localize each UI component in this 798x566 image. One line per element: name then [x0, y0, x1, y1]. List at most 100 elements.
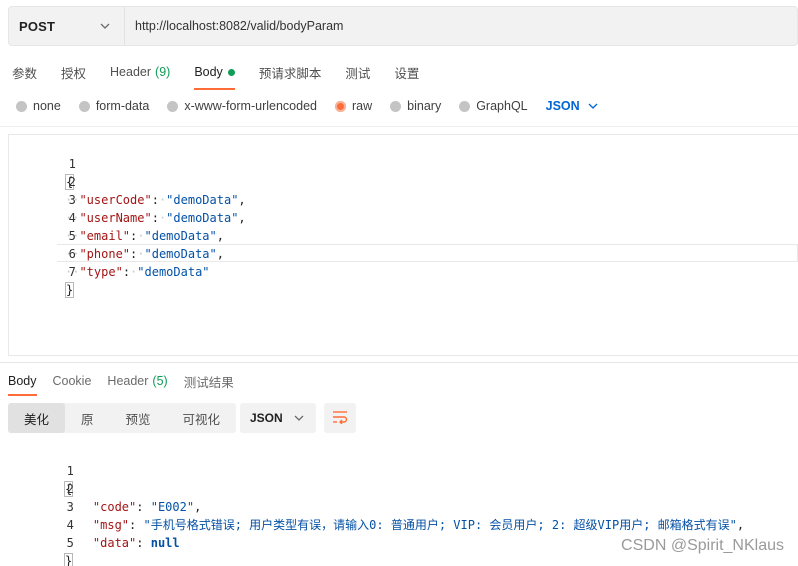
tab-label: 预请求脚本 [258, 66, 322, 81]
radio-circle-icon [78, 100, 90, 112]
chevron-down-icon [586, 99, 600, 113]
tab-label: 设置 [394, 66, 420, 81]
url-input[interactable]: http://localhost:8082/valid/bodyParam [125, 19, 343, 33]
line-number: 3 [68, 193, 76, 207]
view-raw[interactable]: 原 [65, 403, 110, 433]
radio-circle-icon [167, 100, 179, 112]
request-bar: POST http://localhost:8082/valid/bodyPar… [8, 6, 798, 46]
code-line: 5 ··"phone":·"demoData", [9, 209, 224, 261]
json-value: "E002" [150, 500, 195, 514]
format-label: JSON [250, 411, 283, 425]
code-line: 2 "code": "E002", [0, 462, 202, 514]
divider [0, 126, 798, 127]
radio-raw[interactable]: raw [335, 99, 372, 113]
response-tab-test-results[interactable]: 测试结果 [176, 370, 242, 392]
json-value: "demoData" [144, 229, 217, 243]
response-tab-cookie[interactable]: Cookie [45, 370, 100, 392]
view-visualize[interactable]: 可视化 [167, 403, 237, 433]
response-tab-body[interactable]: Body [0, 370, 45, 396]
line-number: 1 [66, 464, 74, 478]
tab-auth[interactable]: 授权 [49, 58, 98, 86]
json-value: "demoData" [166, 193, 239, 207]
view-preview[interactable]: 预览 [110, 403, 167, 433]
json-key: "msg" [92, 518, 130, 532]
code-line: 7 } [9, 245, 76, 298]
tab-label: Header [110, 65, 152, 79]
tab-settings[interactable]: 设置 [382, 58, 431, 86]
code-line: 1 { [0, 444, 74, 497]
tab-label: Body [8, 374, 37, 388]
method-label: POST [19, 18, 56, 34]
close-brace: } [64, 553, 74, 566]
json-key: "userName" [79, 211, 152, 225]
header-count-badge: (5) [152, 374, 168, 388]
tab-label: Body [194, 65, 223, 79]
radio-label: form-data [95, 99, 150, 113]
response-tab-headers[interactable]: Header (5) [99, 370, 175, 392]
wrap-lines-button[interactable] [324, 403, 356, 433]
json-key: "userCode" [79, 193, 152, 207]
radio-urlencoded[interactable]: x-www-form-urlencoded [167, 99, 317, 113]
response-body-viewer: 1 { 2 "code": "E002", 3 "msg": "手机号格式错误;… [0, 444, 798, 566]
line-number: 3 [66, 500, 74, 514]
radio-selected-icon [335, 100, 346, 112]
line-number: 4 [68, 211, 76, 225]
line-number: 5 [66, 536, 74, 550]
code-line: 4 ··"email":·"demoData", [9, 191, 224, 243]
json-key: "data" [92, 536, 137, 550]
tab-label: 参数 [12, 66, 38, 81]
code-line: 3 "msg": "手机号格式错误; 用户类型有误，请输入0: 普通用户; VI… [0, 480, 744, 532]
tab-label: Cookie [52, 374, 92, 388]
wrap-lines-icon [332, 410, 348, 427]
radio-none[interactable]: none [16, 99, 61, 113]
json-value: "demoData" [137, 265, 210, 279]
code-line: 2 ··"userCode":·"demoData", [9, 155, 246, 207]
line-number: 7 [68, 265, 76, 279]
response-format-select[interactable]: JSON [240, 403, 316, 433]
radio-label: x-www-form-urlencoded [184, 99, 317, 113]
watermark: CSDN @Spirit_NKlaus [621, 537, 784, 554]
tab-headers[interactable]: Header (9) [98, 58, 182, 86]
radio-circle-icon [16, 100, 27, 112]
radio-form-data[interactable]: form-data [78, 99, 150, 113]
json-value: "手机号格式错误; 用户类型有误，请输入0: 普通用户; VIP: 会员用户; … [143, 518, 737, 532]
request-body-editor[interactable]: 1 { 2 ··"userCode":·"demoData", 3 ··"use… [8, 134, 798, 356]
radio-label: none [33, 99, 61, 113]
chevron-down-icon [98, 19, 112, 33]
radio-label: GraphQL [476, 99, 528, 113]
json-value: "demoData" [166, 211, 239, 225]
method-select[interactable]: POST [9, 7, 125, 45]
tab-pre-request-script[interactable]: 预请求脚本 [247, 58, 334, 86]
code-line: 5 } [0, 516, 74, 566]
json-key: "code" [92, 500, 137, 514]
tab-label: 授权 [61, 66, 87, 81]
code-line: 1 { [9, 137, 76, 190]
radio-circle-icon [459, 100, 471, 112]
line-number: 2 [66, 482, 74, 496]
code-line: 6 ··"type":·"demoData" [9, 227, 210, 279]
line-number: 5 [68, 229, 76, 243]
view-pretty[interactable]: 美化 [8, 403, 66, 433]
tab-tests[interactable]: 测试 [333, 58, 382, 86]
json-value: null [150, 536, 180, 550]
radio-binary[interactable]: binary [390, 99, 441, 113]
format-label: JSON [545, 99, 580, 113]
tab-label: 测试结果 [183, 375, 234, 390]
radio-label: raw [352, 99, 373, 113]
code-line: 3 ··"userName":·"demoData", [9, 173, 246, 225]
tab-params[interactable]: 参数 [0, 58, 49, 86]
code-line: 4 "data": null [0, 498, 180, 550]
request-tabs: 参数 授权 Header (9) Body 预请求脚本 测试 设置 [0, 56, 431, 90]
radio-graphql[interactable]: GraphQL [459, 99, 528, 113]
json-key: "email" [79, 229, 131, 243]
raw-format-select[interactable]: JSON [546, 99, 600, 113]
line-number: 4 [66, 518, 74, 532]
close-brace: } [65, 282, 75, 298]
json-value: "demoData" [144, 247, 217, 261]
tab-body[interactable]: Body [182, 58, 247, 90]
divider [0, 362, 798, 363]
radio-label: binary [407, 99, 442, 113]
header-count-badge: (9) [155, 65, 171, 79]
line-number: 6 [68, 247, 76, 261]
line-number: 2 [68, 175, 76, 189]
